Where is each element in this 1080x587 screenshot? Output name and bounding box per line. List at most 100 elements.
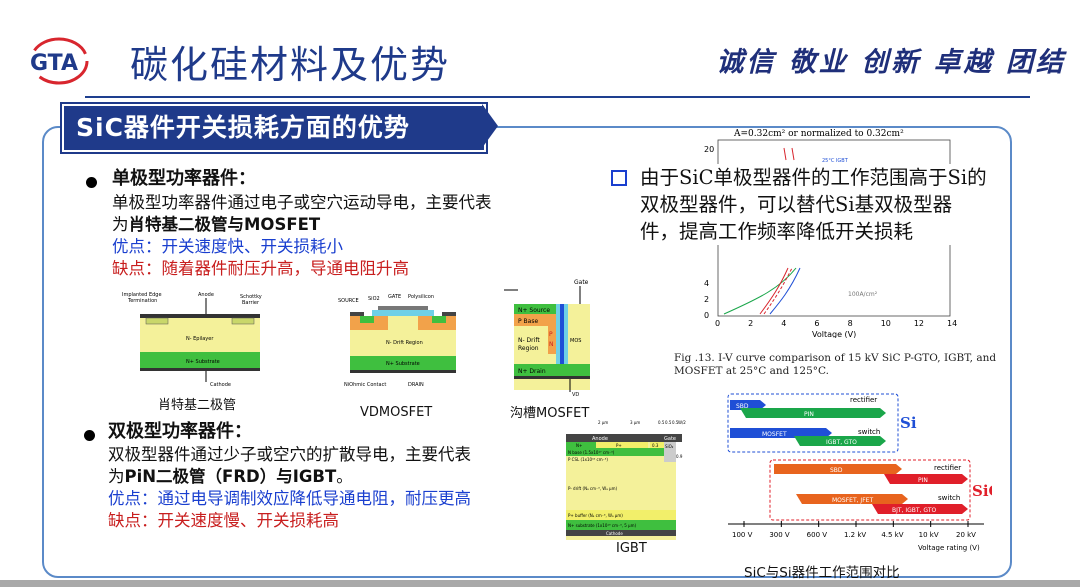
section-title: SiC器件开关损耗方面的优势 xyxy=(76,113,410,142)
x-axis-label: Voltage (V) xyxy=(812,330,856,338)
svg-text:P+: P+ xyxy=(616,443,622,448)
svg-text:DRAIN: DRAIN xyxy=(408,382,424,388)
x-tick-label: 10 xyxy=(881,319,891,328)
x-tick-label: 12 xyxy=(914,319,924,328)
svg-text:N- Epilayer: N- Epilayer xyxy=(186,336,214,342)
schottky-diagram: Implanted Edge Termination Anode Schottk… xyxy=(122,292,262,388)
range-tick-label: 300 V xyxy=(769,531,790,539)
y-tick-20: 20 xyxy=(704,145,714,154)
voltage-range-chart: rectifier SBD PIN switch MOSFET IGBT, GT… xyxy=(727,393,992,552)
bipolar-heading: 双极型功率器件： xyxy=(108,421,252,442)
unipolar-line2: 为肖特基二极管与MOSFET xyxy=(112,215,321,234)
igbt-caption: IGBT xyxy=(616,541,647,556)
svg-text:Gate: Gate xyxy=(574,279,589,286)
svg-text:N- Drift: N- Drift xyxy=(518,337,540,344)
si-pin-label: PIN xyxy=(804,411,814,418)
sic-advantage-statement: 由于SiC单极型器件的工作范围高于Si的双极型器件，可以替代Si基双极型器件，提… xyxy=(640,164,990,245)
range-tick-label: 10 kV xyxy=(919,531,939,539)
sic-bjt-label: BJT, IGBT, GTO xyxy=(892,507,936,514)
range-axis-label: Voltage rating (V) xyxy=(918,544,980,552)
sic-pin-label: PIN xyxy=(918,477,928,484)
svg-text:0.9: 0.9 xyxy=(676,454,683,459)
svg-text:0.5: 0.5 xyxy=(665,420,672,425)
sic-mosfet-label: MOSFET, JFET xyxy=(832,497,873,504)
range-tick-label: 20 kV xyxy=(956,531,976,539)
svg-text:N: N xyxy=(549,341,554,348)
schottky-caption: 肖特基二极管 xyxy=(158,398,237,413)
x-tick-label: 14 xyxy=(947,319,957,328)
svg-text:N- Drift Region: N- Drift Region xyxy=(386,340,423,346)
svg-text:MOS: MOS xyxy=(570,338,581,344)
company-motto: 诚信 敬业 创新 卓越 团结 xyxy=(716,47,1066,78)
x-tick-label: 2 xyxy=(748,319,753,328)
unipolar-line1: 单极型功率器件通过电子或空穴运动导电，主要代表 xyxy=(112,193,492,212)
range-tick-label: 4.5 kV xyxy=(881,531,903,539)
bipolar-line1: 双极型器件通过少子或空穴的扩散导电，主要代表 xyxy=(108,445,471,464)
si-label: Si xyxy=(900,414,917,432)
svg-text:N base (1.5x10¹⁷ cm⁻³): N base (1.5x10¹⁷ cm⁻³) xyxy=(568,450,615,455)
svg-text:VD: VD xyxy=(572,392,579,398)
igbt-diagram: 2 μm 3 μm 0.5 0.5 0.5 W/2 Anode Gate N+ … xyxy=(566,420,686,540)
unipolar-pro: 优点：开关速度快、开关损耗小 xyxy=(112,237,343,256)
bipolar-pro: 优点：通过电导调制效应降低导通电阻，耐压更高 xyxy=(108,489,471,508)
figure-caption: Fig .13. I-V curve comparison of 15 kV S… xyxy=(674,352,997,377)
range-chart-caption: SiC与Si器件工作范围对比 xyxy=(744,565,900,581)
bipolar-con: 缺点：开关速度慢、开关损耗高 xyxy=(108,511,339,530)
svg-text:Cathode: Cathode xyxy=(210,382,231,388)
y-tick-0: 0 xyxy=(704,311,709,320)
y-tick-4: 4 xyxy=(704,279,709,288)
trench-mosfet-caption: 沟槽MOSFET xyxy=(510,406,590,421)
svg-text:W/2: W/2 xyxy=(678,420,686,425)
header-divider xyxy=(85,96,1030,98)
unipolar-heading: 单极型功率器件： xyxy=(112,168,256,189)
range-tick-label: 1.2 kV xyxy=(844,531,866,539)
x-tick-label: 0 xyxy=(715,319,720,328)
range-tick-label: 600 V xyxy=(807,531,828,539)
x-axis-ticks: 0 2 4 6 8 10 12 14 xyxy=(715,319,957,328)
chart-title: A=0.32cm² or normalized to 0.32cm² xyxy=(733,129,904,139)
svg-text:0.3: 0.3 xyxy=(652,443,659,448)
svg-text:Region: Region xyxy=(518,345,539,352)
sic-label: SiC xyxy=(972,482,992,500)
svg-text:Barrier: Barrier xyxy=(242,300,260,306)
chart-annotation-density: 100A/cm² xyxy=(848,291,878,298)
square-bullet-icon xyxy=(611,170,627,186)
svg-text:Anode: Anode xyxy=(592,436,608,442)
svg-text:0.5: 0.5 xyxy=(658,420,665,425)
vdmosfet-caption: VDMOSFET xyxy=(360,405,433,420)
svg-text:SOURCE: SOURCE xyxy=(338,298,359,304)
svg-text:SiO2: SiO2 xyxy=(368,296,380,302)
svg-text:P+ buffer (Nₐ cm⁻³, Wₐ μm): P+ buffer (Nₐ cm⁻³, Wₐ μm) xyxy=(568,513,623,518)
svg-text:P- drift (Nₐ cm⁻³, Wₐ μm): P- drift (Nₐ cm⁻³, Wₐ μm) xyxy=(568,486,617,491)
trench-mosfet-diagram: Gate N+ Source P Base P N MOS N- Drift R… xyxy=(504,279,590,398)
svg-text:3 μm: 3 μm xyxy=(630,420,640,425)
svg-text:N+ Drain: N+ Drain xyxy=(518,368,546,375)
svg-text:SiO₂: SiO₂ xyxy=(665,444,674,449)
si-switch-label: switch xyxy=(858,428,880,436)
svg-text:Anode: Anode xyxy=(198,292,214,298)
curve-igbt xyxy=(759,267,789,315)
company-logo: GTA xyxy=(29,37,89,85)
sic-switch-label: switch xyxy=(938,494,960,502)
svg-text:Cathode: Cathode xyxy=(606,531,623,536)
logo-text: GTA xyxy=(30,51,78,76)
curve-top-segments xyxy=(783,147,795,161)
x-tick-label: 6 xyxy=(814,319,819,328)
sic-sbd-label: SBD xyxy=(830,467,843,474)
si-rectifier-label: rectifier xyxy=(850,396,877,404)
svg-text:N+ substrate (1x10¹⁹ cm⁻³, 5 μ: N+ substrate (1x10¹⁹ cm⁻³, 5 μm) xyxy=(568,523,636,528)
svg-text:N+ Substrate: N+ Substrate xyxy=(186,359,220,365)
si-igbt-label: IGBT, GTO xyxy=(826,439,857,446)
svg-text:N+ Substrate: N+ Substrate xyxy=(386,361,420,367)
bipolar-line2: 为PiN二极管（FRD）与IGBT。 xyxy=(108,467,353,486)
svg-text:Termination: Termination xyxy=(127,298,157,304)
y-tick-2: 2 xyxy=(704,295,709,304)
vdmosfet-diagram: SOURCE SiO2 GATE Polysilicon N- Drift Re… xyxy=(338,294,456,388)
svg-text:Polysilicon: Polysilicon xyxy=(408,294,434,300)
si-mosfet-label: MOSFET xyxy=(762,431,787,438)
svg-text:P: P xyxy=(549,331,553,338)
sic-rectifier-label: rectifier xyxy=(934,464,961,472)
x-tick-label: 8 xyxy=(848,319,853,328)
page-title: 碳化硅材料及优势 xyxy=(130,43,451,87)
x-tick-label: 4 xyxy=(781,319,786,328)
